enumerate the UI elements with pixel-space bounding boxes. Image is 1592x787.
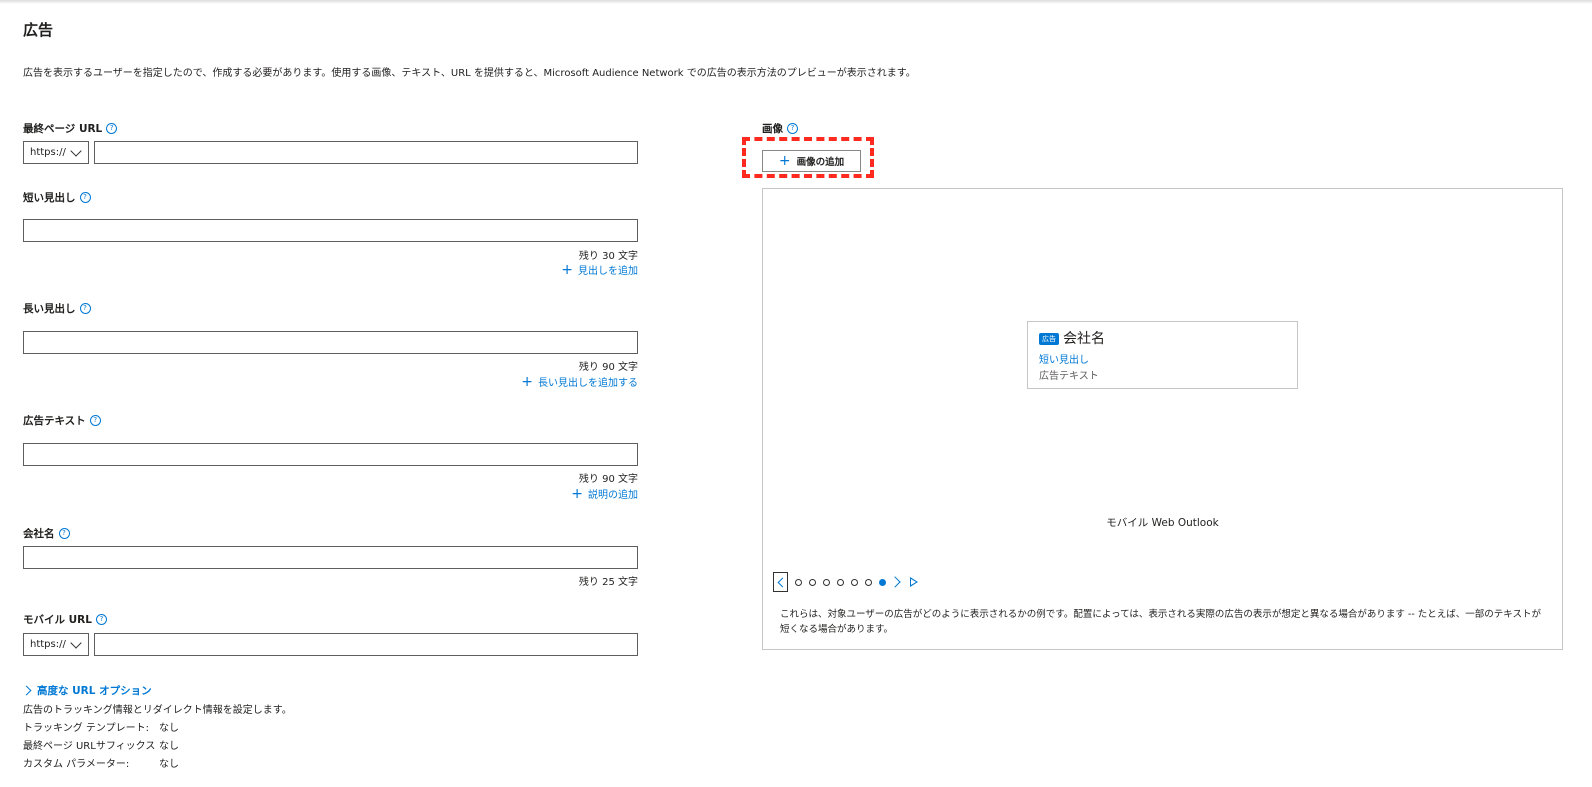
chevron-down-icon <box>70 636 82 649</box>
company-name-label: 会社名 ? <box>23 526 70 541</box>
tracking-template-row: トラッキング テンプレート: なし <box>23 719 179 734</box>
preview-ad-text: 広告テキスト <box>1039 371 1099 382</box>
add-long-headline-link[interactable]: + 長い見出しを追加する <box>521 373 638 390</box>
short-headline-label: 短い見出し ? <box>23 190 91 205</box>
ad-text-label-text: 広告テキスト <box>23 415 86 427</box>
company-name-input[interactable] <box>23 546 638 569</box>
mobile-url-label: モバイル URL ? <box>23 612 107 627</box>
add-image-label: 画像の追加 <box>796 157 845 168</box>
company-name-remaining: 残り 25 文字 <box>578 577 638 588</box>
preview-disclaimer: これらは、対象ユーザーの広告がどのように表示されるかの例です。配置によっては、表… <box>780 609 1542 635</box>
plus-icon: + <box>521 373 533 390</box>
ad-text-label: 広告テキスト ? <box>23 413 101 428</box>
help-icon[interactable]: ? <box>95 614 107 625</box>
row-value: なし <box>159 723 179 734</box>
preview-headline: 短い見出し <box>1039 355 1089 366</box>
mobile-url-label-text: モバイル URL <box>23 614 92 626</box>
chevron-right-icon <box>21 685 32 696</box>
mobile-url-input[interactable] <box>94 633 638 656</box>
short-headline-label-text: 短い見出し <box>23 192 76 204</box>
custom-parameters-row: カスタム パラメーター: なし <box>23 755 179 770</box>
final-url-protocol-select[interactable]: https:// <box>23 141 89 164</box>
images-label-text: 画像 <box>762 123 783 135</box>
row-key: 最終ページ URLサフィックス <box>23 741 156 752</box>
final-url-input[interactable] <box>94 141 638 164</box>
plus-icon: + <box>561 261 573 278</box>
help-icon[interactable]: ? <box>106 123 118 134</box>
short-headline-remaining: 残り 30 文字 <box>578 251 638 262</box>
previous-button[interactable] <box>773 572 788 592</box>
top-shadow <box>0 0 1592 4</box>
preview-platform-label: モバイル Web Outlook <box>1106 517 1219 529</box>
short-headline-input[interactable] <box>23 219 638 242</box>
carousel-dot[interactable] <box>851 578 858 586</box>
play-icon[interactable] <box>910 577 918 587</box>
long-headline-remaining: 残り 90 文字 <box>578 362 638 373</box>
add-description-link[interactable]: + 説明の追加 <box>571 485 638 502</box>
ad-preview-panel: 広告 会社名 短い見出し 広告テキスト モバイル Web Outlook これら… <box>762 188 1563 650</box>
page-description: 広告を表示するユーザーを指定したので、作成する必要があります。使用する画像、テキ… <box>23 68 916 79</box>
add-headline-link[interactable]: + 見出しを追加 <box>561 261 638 278</box>
final-url-suffix-row: 最終ページ URLサフィックス なし <box>23 737 179 752</box>
advanced-url-options-label: 高度な URL オプション <box>37 685 152 697</box>
chevron-left-icon <box>777 577 787 587</box>
add-headline-label: 見出しを追加 <box>578 266 638 277</box>
carousel-dot[interactable] <box>809 578 816 586</box>
chevron-down-icon <box>70 144 82 157</box>
advanced-description: 広告のトラッキング情報とリダイレクト情報を設定します。 <box>23 705 292 716</box>
ad-badge: 広告 <box>1039 333 1059 345</box>
carousel-dot[interactable] <box>865 578 872 586</box>
help-icon[interactable]: ? <box>79 303 91 314</box>
row-key: トラッキング テンプレート: <box>23 723 149 734</box>
company-name-label-text: 会社名 <box>23 528 55 540</box>
ad-text-input[interactable] <box>23 443 638 466</box>
carousel-dot-active[interactable] <box>879 578 886 586</box>
long-headline-input[interactable] <box>23 331 638 354</box>
add-image-button[interactable]: + 画像の追加 <box>762 150 861 172</box>
mobile-url-protocol-select[interactable]: https:// <box>23 633 89 656</box>
ad-text-remaining: 残り 90 文字 <box>578 474 638 485</box>
page-title: 広告 <box>23 21 54 39</box>
row-key: カスタム パラメーター: <box>23 759 130 770</box>
images-label: 画像 ? <box>762 121 798 136</box>
long-headline-label-text: 長い見出し <box>23 303 76 315</box>
help-icon[interactable]: ? <box>787 123 798 134</box>
plus-icon: + <box>571 485 583 502</box>
carousel-dot[interactable] <box>837 578 844 586</box>
ad-preview-card: 広告 会社名 短い見出し 広告テキスト <box>1027 321 1298 389</box>
plus-icon: + <box>778 153 791 169</box>
help-icon[interactable]: ? <box>89 415 101 426</box>
row-value: なし <box>159 741 179 752</box>
row-value: なし <box>159 759 179 770</box>
long-headline-label: 長い見出し ? <box>23 301 91 316</box>
preview-carousel-nav <box>773 572 918 592</box>
help-icon[interactable]: ? <box>79 192 91 203</box>
preview-company-name: 会社名 <box>1063 331 1105 347</box>
help-icon[interactable]: ? <box>58 528 70 539</box>
final-url-label: 最終ページ URL ? <box>23 121 118 136</box>
add-long-headline-label: 長い見出しを追加する <box>538 378 638 389</box>
carousel-dot[interactable] <box>823 578 830 586</box>
protocol-value: https:// <box>30 147 66 158</box>
advanced-url-options-toggle[interactable]: 高度な URL オプション <box>21 683 152 698</box>
protocol-value: https:// <box>30 639 66 650</box>
add-description-label: 説明の追加 <box>588 490 638 501</box>
final-url-label-text: 最終ページ URL <box>23 123 103 135</box>
carousel-dot[interactable] <box>795 578 802 586</box>
chevron-right-icon[interactable] <box>889 576 901 588</box>
